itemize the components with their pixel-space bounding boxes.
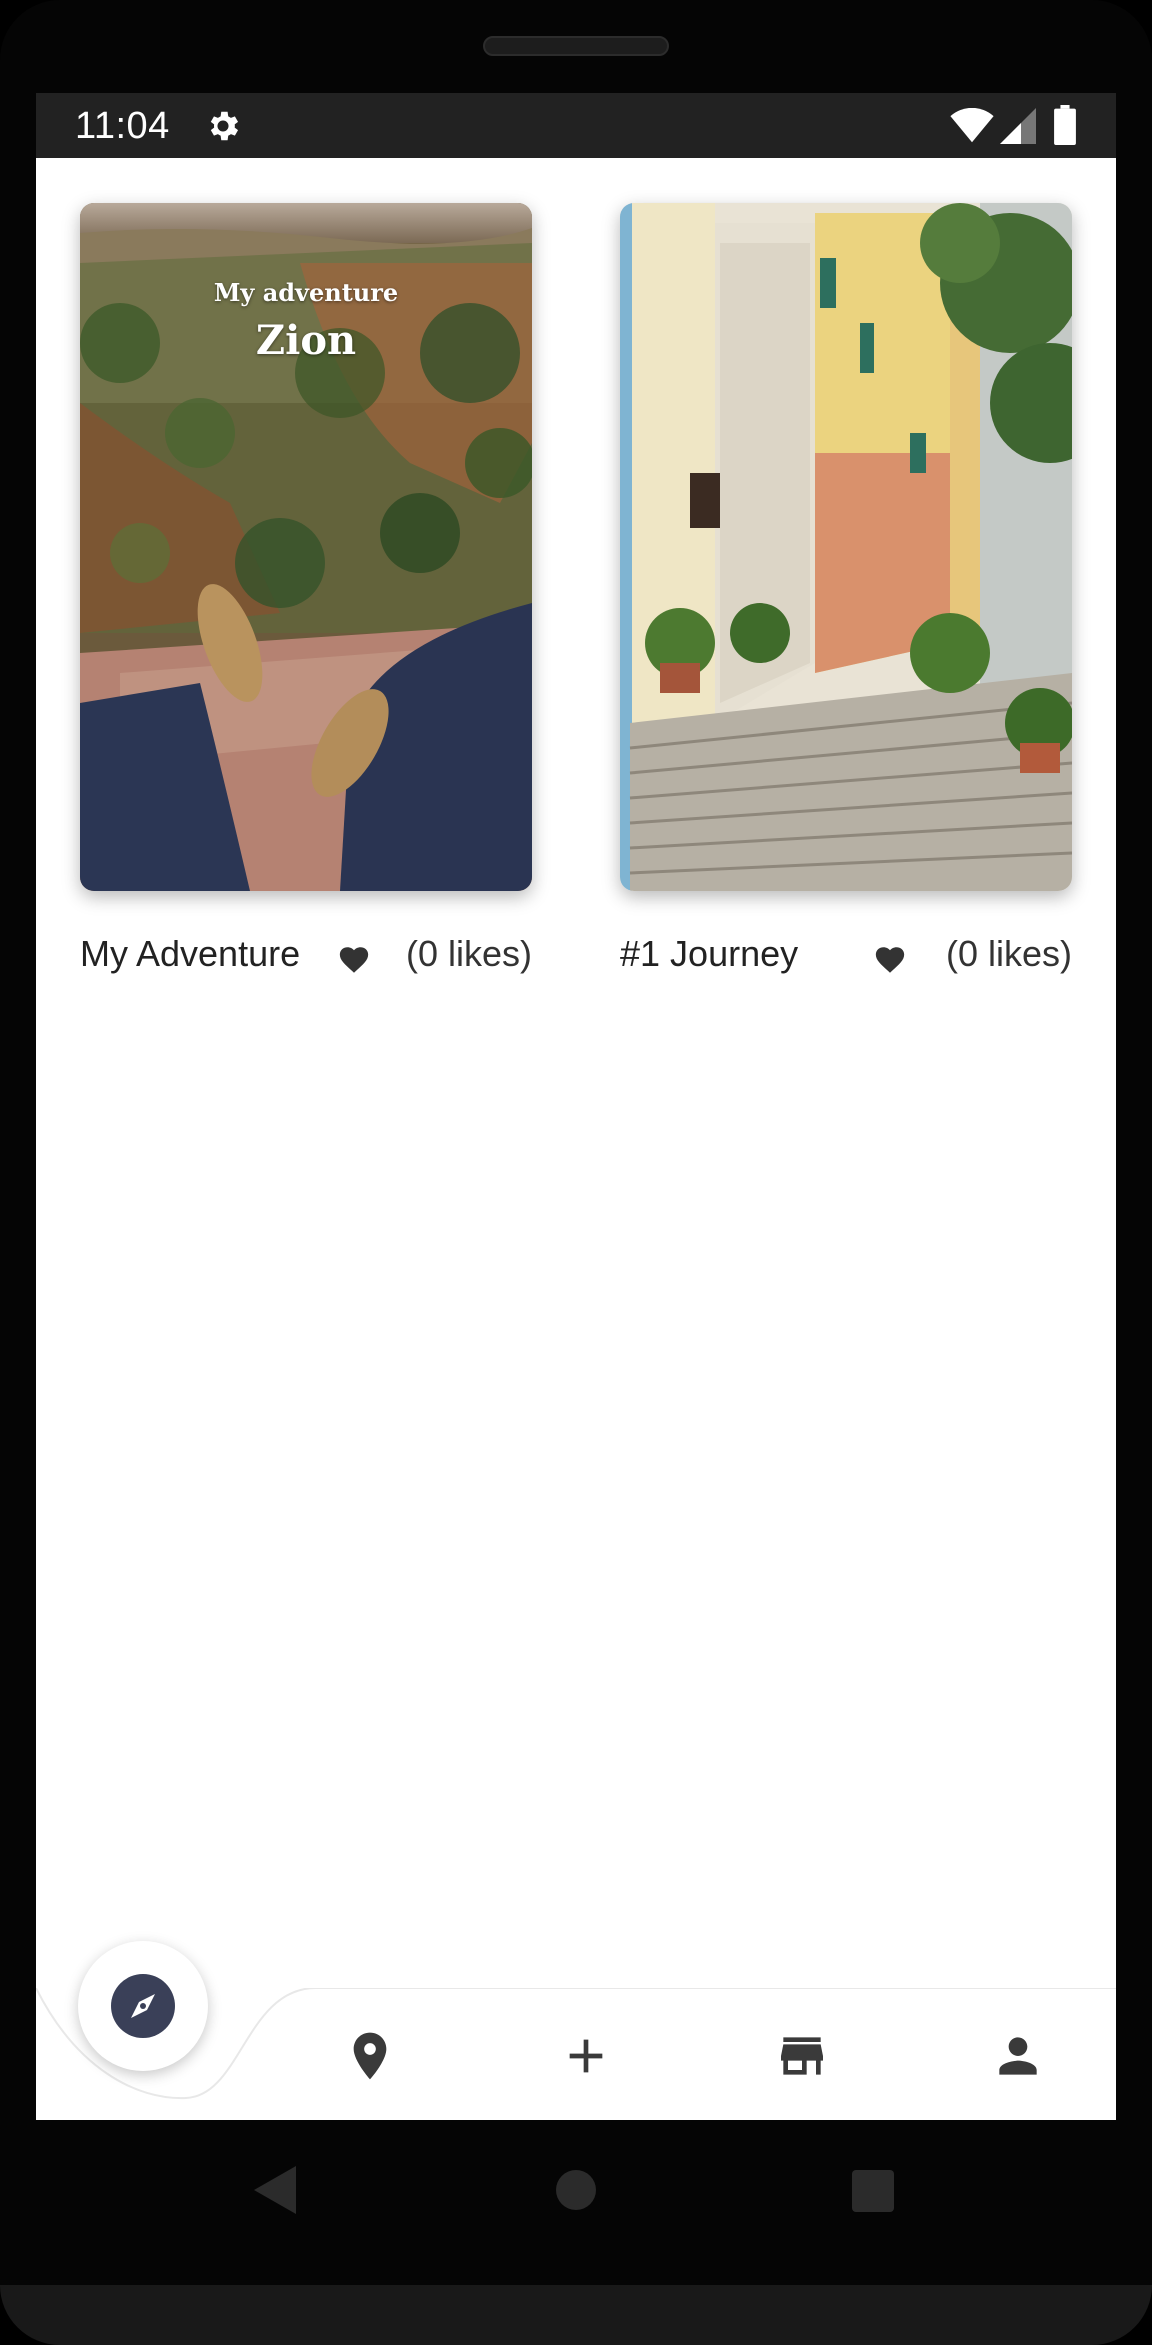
- status-bar: 11:04: [36, 93, 1116, 158]
- cellular-signal-icon: [1000, 108, 1036, 144]
- heart-icon[interactable]: [872, 943, 908, 977]
- cover-text: My adventure Zion: [80, 278, 532, 364]
- album-title[interactable]: My Adventure: [80, 933, 300, 975]
- add-icon[interactable]: [558, 2028, 614, 2084]
- likes-count: (0 likes): [405, 933, 532, 974]
- album-caption: My Adventure (0 likes): [80, 929, 532, 979]
- explore-fab[interactable]: [78, 1941, 208, 2071]
- compass-icon: [111, 1974, 175, 2038]
- album-card[interactable]: My adventure Zion: [80, 203, 532, 891]
- album-card[interactable]: [620, 203, 1072, 891]
- system-navigation: [0, 2120, 1152, 2260]
- heart-icon[interactable]: [336, 943, 372, 977]
- likes-count: (0 likes): [945, 933, 1072, 974]
- recents-icon[interactable]: [852, 2170, 894, 2212]
- back-icon[interactable]: [254, 2166, 296, 2214]
- person-icon[interactable]: [990, 2028, 1046, 2084]
- cover-title: Zion: [255, 317, 357, 364]
- store-icon[interactable]: [774, 2028, 830, 2084]
- place-icon[interactable]: [342, 2028, 398, 2084]
- phone-speaker: [483, 36, 669, 56]
- gear-icon: [210, 111, 239, 141]
- home-icon[interactable]: [556, 2170, 596, 2210]
- battery-icon: [1054, 105, 1076, 145]
- phone-chin: [0, 2285, 1152, 2345]
- app-screen: 11:04 My adventure Zion My Adventure (0 …: [36, 93, 1116, 2120]
- italian-stairway-street-photo: [620, 203, 1072, 891]
- wifi-icon: [950, 108, 994, 143]
- album-title[interactable]: #1 Journey: [620, 933, 798, 975]
- bottom-navigation: [36, 1941, 1116, 2120]
- status-time: 11:04: [75, 105, 170, 147]
- album-caption: #1 Journey (0 likes): [620, 929, 1072, 979]
- cover-subtitle: My adventure: [213, 278, 399, 307]
